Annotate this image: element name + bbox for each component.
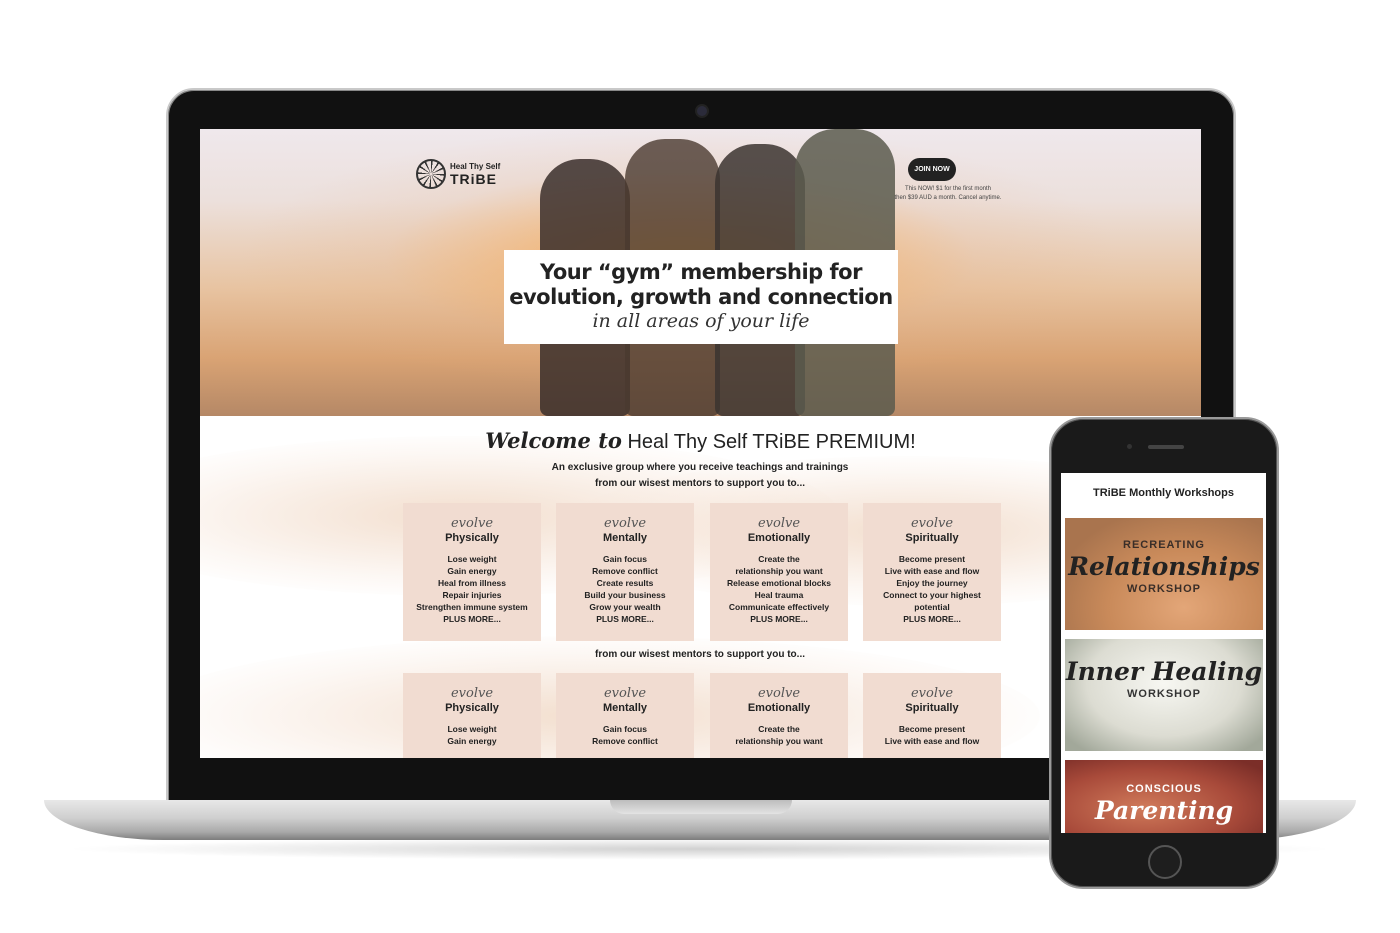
welcome-sub-line2: from our wisest mentors to support you t… [594, 478, 805, 489]
card-item: Gain focus [603, 554, 647, 564]
card-area: Physically [445, 532, 499, 544]
workshop-caps-top: RECREATING [1123, 539, 1205, 551]
card-item: Become present [898, 724, 966, 734]
card-area: Emotionally [747, 532, 811, 544]
evolve-card-physically-repeat[interactable]: evolve Physically Lose weight Gain energ… [403, 673, 541, 758]
card-item: Live with ease and flow [884, 566, 980, 576]
plus-more-link[interactable]: PLUS MORE... [863, 613, 1001, 625]
phone-screen: TRiBE Monthly Workshops RECREATING Relat… [1061, 473, 1266, 833]
workshop-card-relationships[interactable]: RECREATING Relationships WORKSHOP [1065, 518, 1263, 630]
welcome-sub-line1: An exclusive group where you receive tea… [551, 462, 849, 473]
evolve-card-mentally[interactable]: evolve Mentally Gain focus Remove confli… [556, 503, 694, 641]
logo-line1: Heal Thy Self [450, 161, 501, 171]
welcome-script: Welcome to [485, 428, 622, 453]
workshop-caps-bottom: WORKSHOP [1127, 688, 1201, 700]
evolve-card-physically[interactable]: evolve Physically Lose weight Gain energ… [403, 503, 541, 641]
workshop-script: Parenting [1094, 796, 1234, 825]
card-item: Lose weight [447, 724, 497, 734]
workshop-script: Inner Healing [1065, 657, 1263, 686]
card-item: Communicate effectively [728, 602, 830, 612]
evolve-card-mentally-repeat[interactable]: evolve Mentally Gain focus Remove confli… [556, 673, 694, 758]
hero-banner: Heal Thy Self TRiBE JOIN NOW This NOW! $… [200, 129, 1201, 416]
join-now-button[interactable]: JOIN NOW [908, 158, 956, 181]
site-logo[interactable]: Heal Thy Self TRiBE [416, 159, 500, 189]
join-note: This NOW! $1 for the first month then $3… [868, 185, 1028, 203]
card-evolve: evolve [450, 686, 494, 701]
home-button[interactable] [1148, 845, 1182, 879]
card-item: potential [914, 602, 950, 612]
card-item: Connect to your highest [883, 590, 981, 600]
card-evolve: evolve [603, 516, 647, 531]
card-evolve: evolve [910, 516, 954, 531]
plus-more-link[interactable]: PLUS MORE... [556, 613, 694, 625]
card-item: Create the [758, 554, 800, 564]
evolve-card-emotionally[interactable]: evolve Emotionally Create the relationsh… [710, 503, 848, 641]
card-item: Enjoy the journey [896, 578, 968, 588]
evolve-card-spiritually-repeat[interactable]: evolve Spiritually Become present Live w… [863, 673, 1001, 758]
workshop-card-parenting[interactable]: CONSCIOUS Parenting [1065, 760, 1263, 833]
card-item: Live with ease and flow [884, 736, 980, 746]
card-item: Gain energy [447, 566, 497, 576]
card-area: Spiritually [905, 532, 959, 544]
laptop-notch [610, 800, 792, 814]
join-note-line2: then $39 AUD a month. Cancel anytime. [894, 195, 1002, 201]
card-item: Gain energy [447, 736, 497, 746]
card-item: Heal trauma [754, 590, 804, 600]
card-item: Build your business [584, 590, 666, 600]
welcome-title-text: Heal Thy Self TRiBE PREMIUM! [621, 431, 916, 453]
card-area: Spiritually [905, 702, 959, 714]
webcam-icon [697, 106, 707, 116]
card-item: Heal from illness [437, 578, 507, 588]
phone-speaker [1148, 445, 1184, 449]
join-note-line1: This NOW! $1 for the first month [904, 186, 992, 192]
card-evolve: evolve [450, 516, 494, 531]
hero-headline-line1: Your “gym” membership for [540, 260, 862, 284]
mandala-logo-icon [416, 159, 446, 189]
card-evolve: evolve [910, 686, 954, 701]
workshops-title: TRiBE Monthly Workshops [1093, 487, 1234, 499]
workshop-script: Relationships [1068, 552, 1260, 581]
card-item: relationship you want [735, 736, 823, 746]
card-item: Remove conflict [592, 736, 658, 746]
card-item: Become present [898, 554, 966, 564]
card-item: Lose weight [447, 554, 497, 564]
logo-line2: TRiBE [450, 170, 497, 187]
card-item: Repair injuries [442, 590, 502, 600]
card-area: Mentally [602, 532, 647, 544]
card-item: relationship you want [735, 566, 823, 576]
hero-script-line: in all areas of your life [592, 310, 810, 332]
card-item: Release emotional blocks [727, 578, 831, 588]
evolve-card-emotionally-repeat[interactable]: evolve Emotionally Create the relationsh… [710, 673, 848, 758]
plus-more-link[interactable]: PLUS MORE... [403, 613, 541, 625]
card-evolve: evolve [757, 516, 801, 531]
card-evolve: evolve [603, 686, 647, 701]
card-item: Create results [596, 578, 654, 588]
workshop-caps-top: CONSCIOUS [1126, 783, 1202, 795]
evolve-card-spiritually[interactable]: evolve Spiritually Become present Live w… [863, 503, 1001, 641]
card-evolve: evolve [757, 686, 801, 701]
hero-headline-line2: evolution, growth and connection [509, 285, 893, 309]
workshop-caps-bottom: WORKSHOP [1127, 583, 1201, 595]
card-item: Grow your wealth [589, 602, 661, 612]
card-item: Gain focus [603, 724, 647, 734]
welcome-subtitle: An exclusive group where you receive tea… [500, 460, 900, 492]
card-area: Mentally [602, 702, 647, 714]
card-area: Emotionally [747, 702, 811, 714]
plus-more-link[interactable]: PLUS MORE... [710, 613, 848, 625]
hero-headline-box: Your “gym” membership for evolution, gro… [504, 250, 898, 344]
card-area: Physically [445, 702, 499, 714]
welcome-sub-repeat: from our wisest mentors to support you t… [594, 649, 805, 660]
card-item: Remove conflict [592, 566, 658, 576]
card-item: Create the [758, 724, 800, 734]
workshop-card-inner-healing[interactable]: Inner Healing WORKSHOP [1065, 639, 1263, 751]
phone-camera-icon [1127, 444, 1132, 449]
card-item: Strengthen immune system [416, 602, 528, 612]
